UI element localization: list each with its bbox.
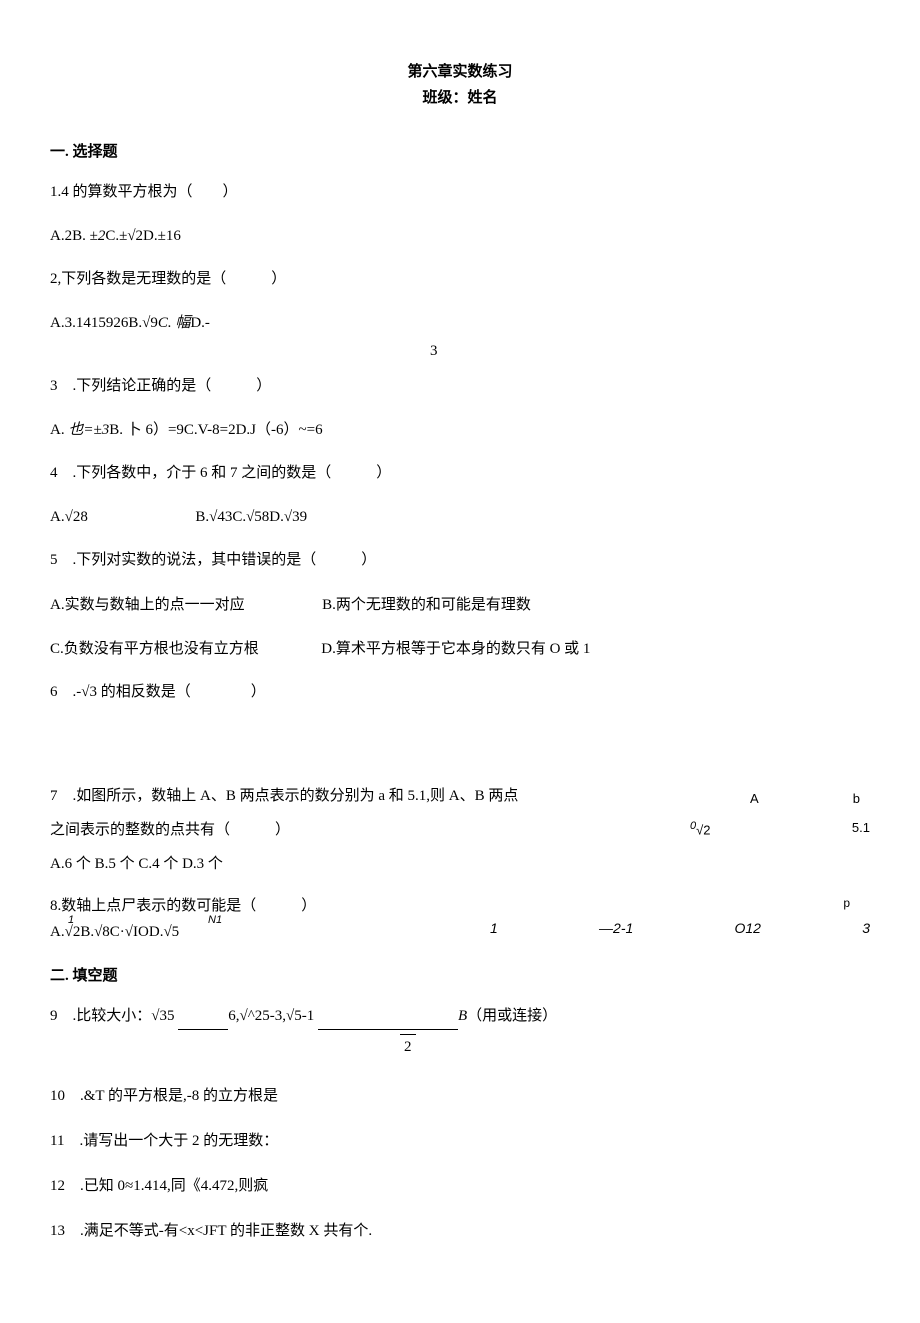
q7-diagram: A b 0√2 5.1 bbox=[690, 784, 870, 841]
q1-options: A.2B. ±2C.±√2D.±16 bbox=[50, 224, 870, 248]
q8-options: 1 N1 A.√2B.√8C·√IOD.√5 bbox=[50, 920, 450, 944]
q7-label-a: A bbox=[750, 789, 759, 810]
q2-options: A.3.1415926B.√9C. 幅D.- bbox=[50, 311, 870, 335]
q7-options: A.6 个 B.5 个 C.4 个 D.3 个 bbox=[50, 852, 650, 876]
doc-subtitle: 班级：姓名 bbox=[50, 86, 870, 110]
q8-n4: 3 bbox=[862, 917, 870, 939]
q8-p-label: p bbox=[490, 894, 870, 913]
q5-text: 5 .下列对实数的说法，其中错误的是（ ） bbox=[50, 547, 870, 574]
q8-n1: 1 bbox=[490, 917, 498, 939]
q13: 13 .满足不等式-有<x<JFT 的非正整数 X 共有个. bbox=[50, 1218, 870, 1245]
q1-opt-ab: A.2B. ±2C.±√2D.±16 bbox=[50, 228, 181, 244]
q4-opt-rest: B.√43C.√58D.√39 bbox=[195, 509, 307, 525]
doc-title: 第六章实数练习 bbox=[50, 60, 870, 84]
section1-header: 一. 选择题 bbox=[50, 140, 870, 164]
q4-text: 4 .下列各数中，介于 6 和 7 之间的数是（ ） bbox=[50, 460, 870, 487]
section2-header: 二. 填空题 bbox=[50, 964, 870, 988]
q7-num1: 0√2 bbox=[690, 818, 711, 841]
q2-text: 2,下列各数是无理数的是（ ） bbox=[50, 266, 870, 293]
q5-row1: A.实数与数轴上的点一一对应 B.两个无理数的和可能是有理数 bbox=[50, 592, 870, 619]
q7-label-b: b bbox=[853, 789, 860, 810]
q8-n3: O12 bbox=[735, 917, 761, 939]
q7-num2: 5.1 bbox=[852, 818, 870, 841]
q2-three: 3 bbox=[50, 339, 870, 363]
q9-suffix: （用或连接） bbox=[467, 1008, 557, 1024]
q8-text: 8.数轴上点尸表示的数可能是（ ） bbox=[50, 894, 450, 918]
q3-rest: B. 卜 6）=9C.V-8=2D.J（-6）~=6 bbox=[109, 422, 322, 438]
q2-opt-d: D.- bbox=[190, 315, 210, 331]
q6-text: 6 .-√3 的相反数是（ ） bbox=[50, 679, 870, 706]
q3-a-label: A. bbox=[50, 422, 65, 438]
q7-line2: 之间表示的整数的点共有（ ） bbox=[50, 818, 650, 842]
q5-opt-d: D.算术平方根等于它本身的数只有 O 或 1 bbox=[321, 641, 590, 657]
q4-opt-a: A.√28 bbox=[50, 509, 88, 525]
q12: 12 .已知 0≈1.414,同《4.472,则疯 bbox=[50, 1173, 870, 1200]
q11: 11 .请写出一个大于 2 的无理数： bbox=[50, 1128, 870, 1155]
q9: 9 .比较大小：√35 6,√^25-3,√5-1 B（用或连接） bbox=[50, 1003, 870, 1030]
q5-opt-a: A.实数与数轴上的点一一对应 bbox=[50, 597, 245, 613]
q9-b: B bbox=[458, 1008, 467, 1024]
q8-container: 8.数轴上点尸表示的数可能是（ ） 1 N1 A.√2B.√8C·√IOD.√5… bbox=[50, 894, 870, 944]
q7-line1: 7 .如图所示，数轴上 A、B 两点表示的数分别为 a 和 5.1,则 A、B … bbox=[50, 784, 650, 808]
q4-options: A.√28 B.√43C.√58D.√39 bbox=[50, 505, 870, 529]
q5-opt-b: B.两个无理数的和可能是有理数 bbox=[322, 597, 531, 613]
q3-text: 3 .下列结论正确的是（ ） bbox=[50, 373, 870, 400]
q2-opt-a: A.3.1415926B.√9 bbox=[50, 315, 158, 331]
q8-n2: —2-1 bbox=[599, 917, 633, 939]
q8-diagram: p 1 —2-1 O12 3 bbox=[450, 894, 870, 940]
q3-options: A. 也=±3B. 卜 6）=9C.V-8=2D.J（-6）~=6 bbox=[50, 418, 870, 442]
q1-text: 1.4 的算数平方根为（ ） bbox=[50, 179, 870, 206]
q7-container: 7 .如图所示，数轴上 A、B 两点表示的数分别为 a 和 5.1,则 A、B … bbox=[50, 784, 870, 876]
q10: 10 .&T 的平方根是,-8 的立方根是 bbox=[50, 1083, 870, 1110]
q9-prefix: 9 .比较大小：√35 bbox=[50, 1008, 178, 1024]
q8-sup2: N1 bbox=[208, 912, 222, 930]
q2-opt-c: C. 幅 bbox=[158, 315, 191, 331]
q5-row2: C.负数没有平方根也没有立方根 D.算术平方根等于它本身的数只有 O 或 1 bbox=[50, 637, 870, 661]
q8-sup1: 1 bbox=[68, 912, 74, 930]
q9-frac: 2 bbox=[50, 1034, 870, 1059]
q3-a-text: 也=±3 bbox=[68, 422, 109, 438]
q5-opt-c: C.负数没有平方根也没有立方根 bbox=[50, 641, 259, 657]
q9-mid: 6,√^25-3,√5-1 bbox=[228, 1008, 318, 1024]
